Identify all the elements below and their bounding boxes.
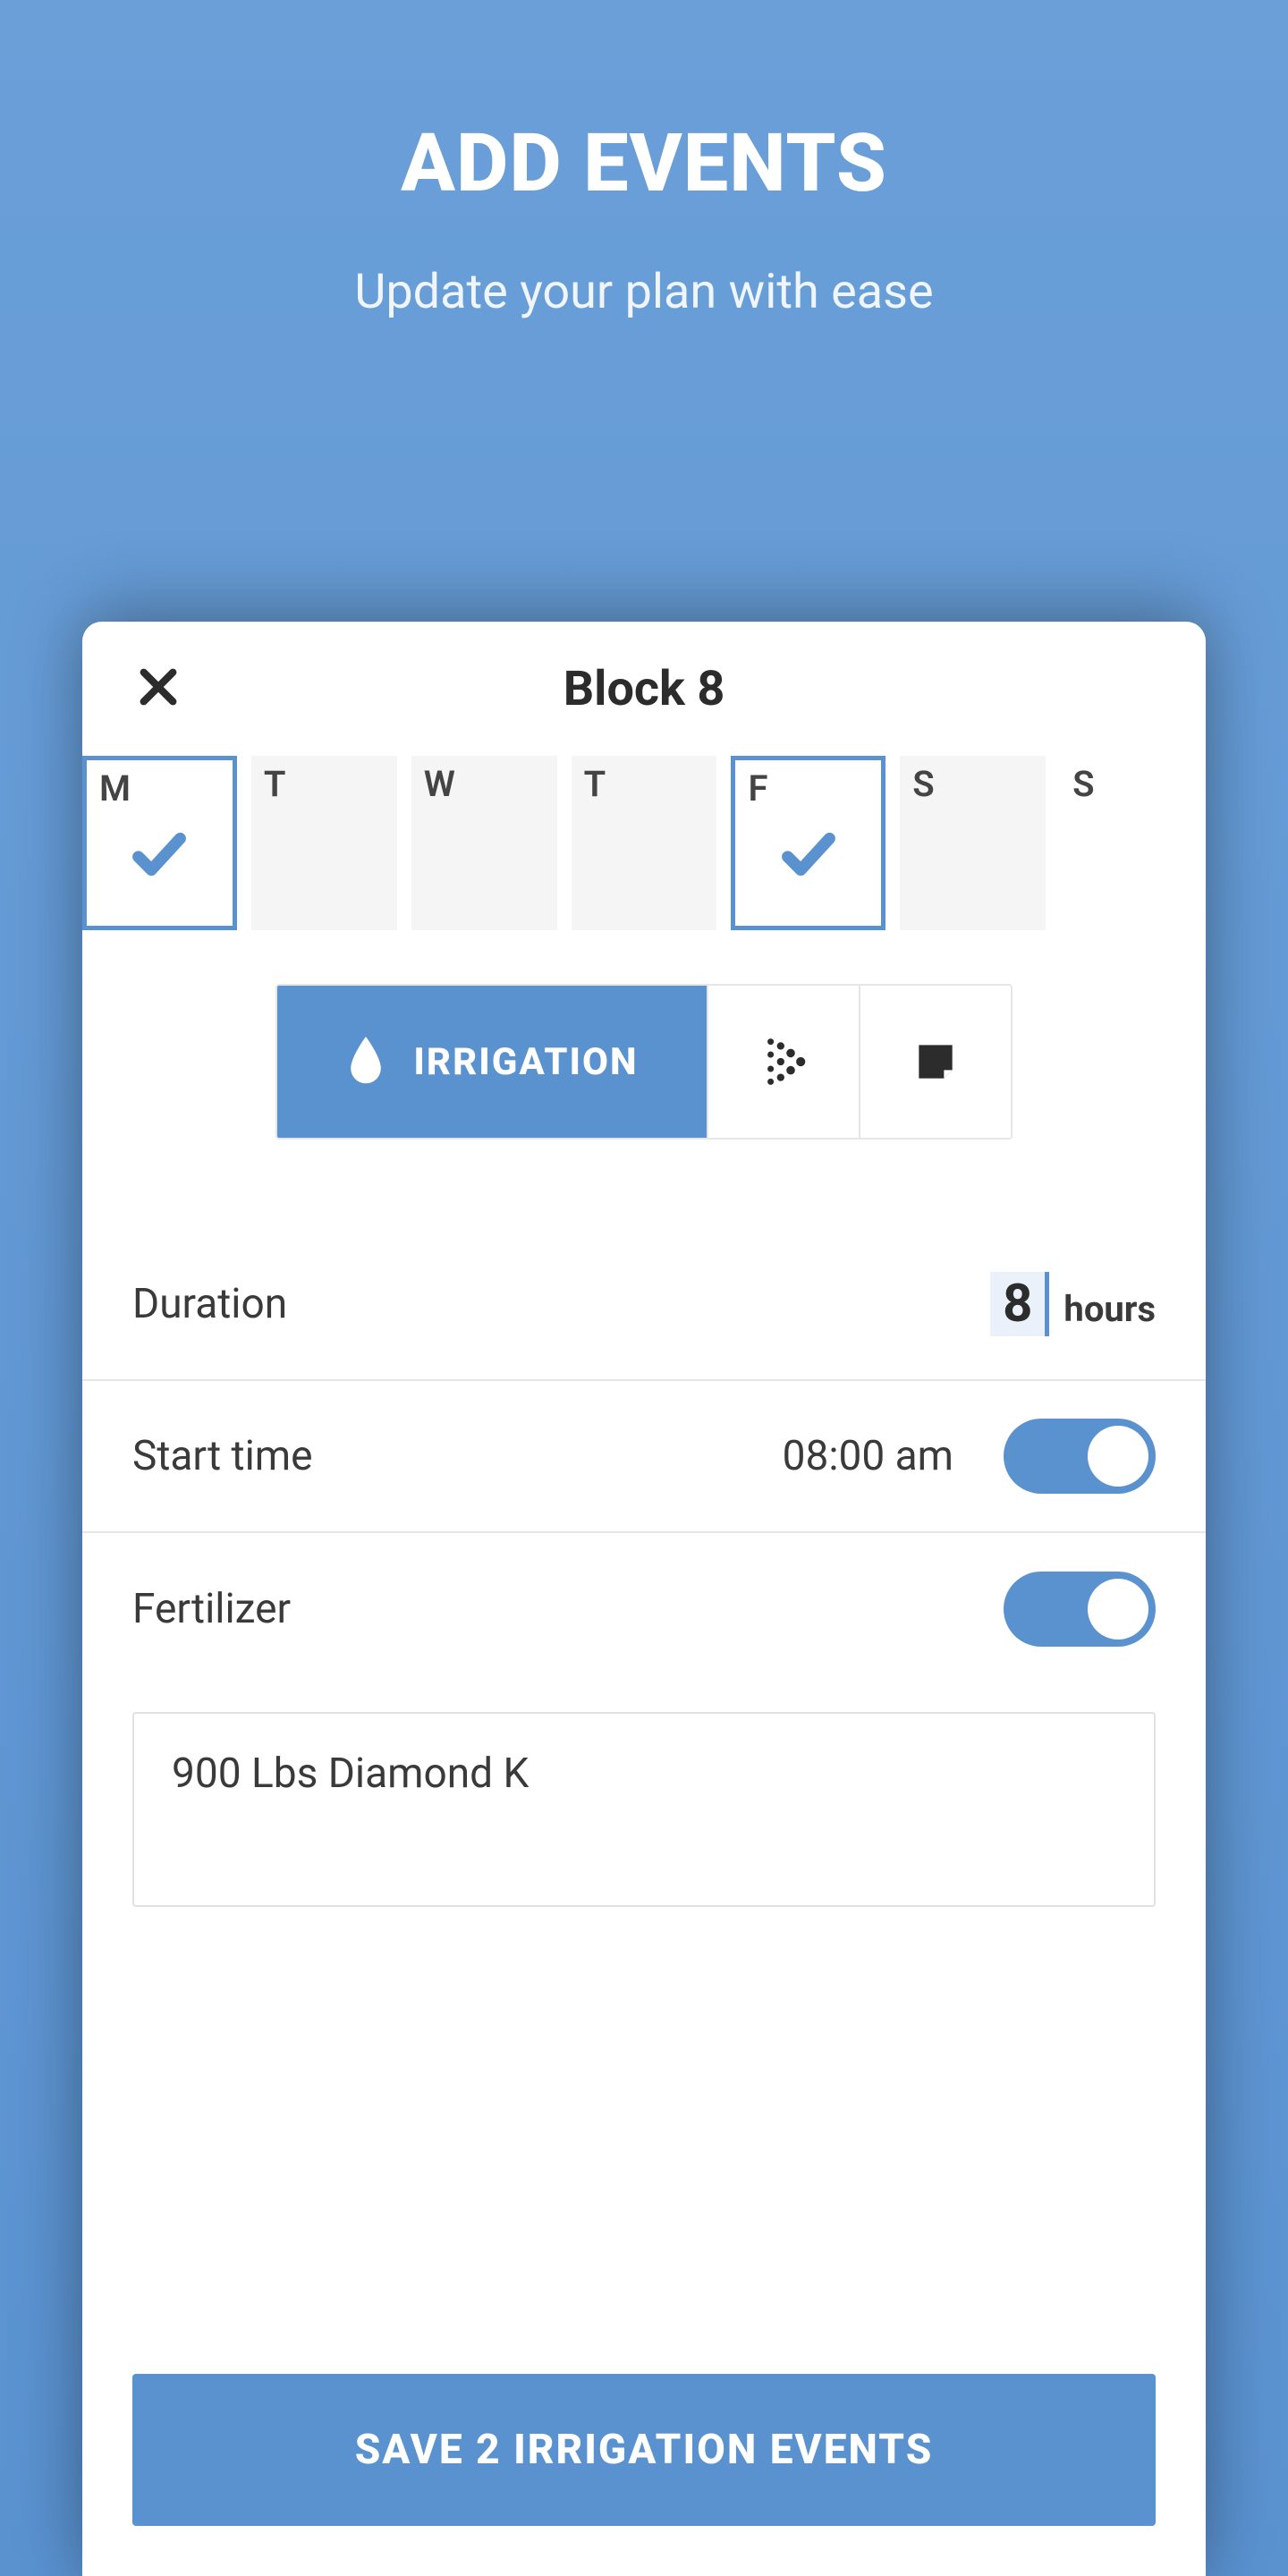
event-card: Block 8 M T W T F S S IRRIGATION <box>82 622 1206 2576</box>
day-cell[interactable]: F <box>731 756 886 930</box>
fertilizer-label: Fertilizer <box>132 1585 291 1633</box>
page-subtitle: Update your plan with ease <box>0 264 1288 320</box>
day-label: M <box>99 767 131 809</box>
day-cell[interactable]: M <box>82 756 237 930</box>
duration-input[interactable]: 8 <box>990 1272 1049 1336</box>
check-icon <box>777 823 840 889</box>
day-label: F <box>748 767 767 809</box>
close-icon <box>133 662 183 716</box>
start-time-toggle[interactable] <box>1004 1419 1156 1494</box>
tab-irrigation-label: IRRIGATION <box>413 1040 638 1084</box>
fertilizer-toggle[interactable] <box>1004 1572 1156 1647</box>
day-label: W <box>424 763 455 805</box>
duration-label: Duration <box>132 1280 287 1328</box>
note-icon <box>911 1037 961 1087</box>
page-header: ADD EVENTS Update your plan with ease <box>0 0 1288 320</box>
close-button[interactable] <box>127 657 190 720</box>
day-label: S <box>912 763 934 805</box>
day-cell[interactable]: S <box>900 756 1046 930</box>
start-time-value[interactable]: 08:00 am <box>783 1432 953 1480</box>
water-drop-icon <box>345 1037 386 1087</box>
card-title: Block 8 <box>564 661 725 717</box>
check-icon <box>128 823 191 889</box>
start-time-label: Start time <box>132 1432 313 1480</box>
form-section: Duration 8 hours Start time 08:00 am Fer… <box>82 1229 1206 1907</box>
tab-note[interactable] <box>859 986 1011 1138</box>
fertilizer-row: Fertilizer <box>82 1533 1206 1685</box>
fertilizer-input[interactable]: 900 Lbs Diamond K <box>132 1712 1156 1907</box>
day-cell[interactable]: T <box>572 756 717 930</box>
tab-spray[interactable] <box>707 986 859 1138</box>
event-type-tabs: IRRIGATION <box>82 984 1206 1140</box>
day-label: T <box>584 763 606 805</box>
day-cell[interactable]: S <box>1060 756 1206 930</box>
day-label: S <box>1072 763 1094 805</box>
tab-irrigation[interactable]: IRRIGATION <box>277 986 707 1138</box>
day-cell[interactable]: W <box>411 756 557 930</box>
save-button[interactable]: SAVE 2 IRRIGATION EVENTS <box>132 2374 1156 2526</box>
day-label: T <box>264 763 286 805</box>
page-title: ADD EVENTS <box>0 116 1288 210</box>
duration-unit: hours <box>1063 1288 1156 1330</box>
card-header: Block 8 <box>82 622 1206 756</box>
spray-icon <box>755 1033 812 1090</box>
day-cell[interactable]: T <box>251 756 397 930</box>
duration-row: Duration 8 hours <box>82 1229 1206 1381</box>
start-time-row: Start time 08:00 am <box>82 1381 1206 1533</box>
days-row: MTWTFSS <box>82 756 1206 930</box>
